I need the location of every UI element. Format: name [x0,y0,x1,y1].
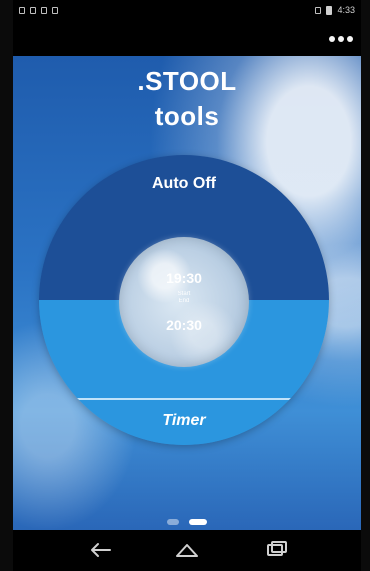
status-icons-left [19,6,58,14]
main-content: .STOOL tools Auto Off Timer 19:30 Start … [13,56,361,530]
auto-off-time: 19:30 [166,270,202,286]
home-button[interactable] [157,530,217,571]
recents-button[interactable] [246,530,306,571]
phone-screen: 4:33 .STOOL tools Auto Off Timer 19:30 S… [13,0,361,571]
dot [347,36,353,42]
notification-icon [19,6,25,14]
timer-label: Timer [162,412,206,429]
navigation-bar [13,530,361,571]
tiny-label-2: End [178,298,190,304]
moon-button[interactable]: 19:30 Start End 20:30 [119,237,249,367]
auto-off-label: Auto Off [152,175,216,192]
image-icon [52,6,58,14]
home-icon [176,544,198,557]
status-icons-right: 4:33 [315,5,355,15]
action-bar [13,20,361,56]
app-title-line2: tools [154,101,220,131]
recents-icon [267,541,287,556]
page-indicator [13,519,361,529]
back-icon [91,543,111,557]
more-dots-icon[interactable] [329,35,353,43]
app-title-line1: .STOOL [137,66,237,96]
status-time: 4:33 [337,5,355,15]
download-icon [41,6,47,14]
back-button[interactable] [68,530,128,571]
status-bar: 4:33 [13,0,361,20]
battery-icon [326,5,333,15]
timer-time: 20:30 [166,317,202,333]
download-icon [30,6,36,14]
page-dot[interactable] [167,519,179,525]
device: 4:33 .STOOL tools Auto Off Timer 19:30 S… [0,0,370,571]
tiny-label-1: Start [177,291,191,297]
dot [329,36,335,42]
wifi-icon [315,6,322,14]
dial-divider [39,398,329,400]
dot [338,36,344,42]
page-dot-active[interactable] [189,519,207,525]
